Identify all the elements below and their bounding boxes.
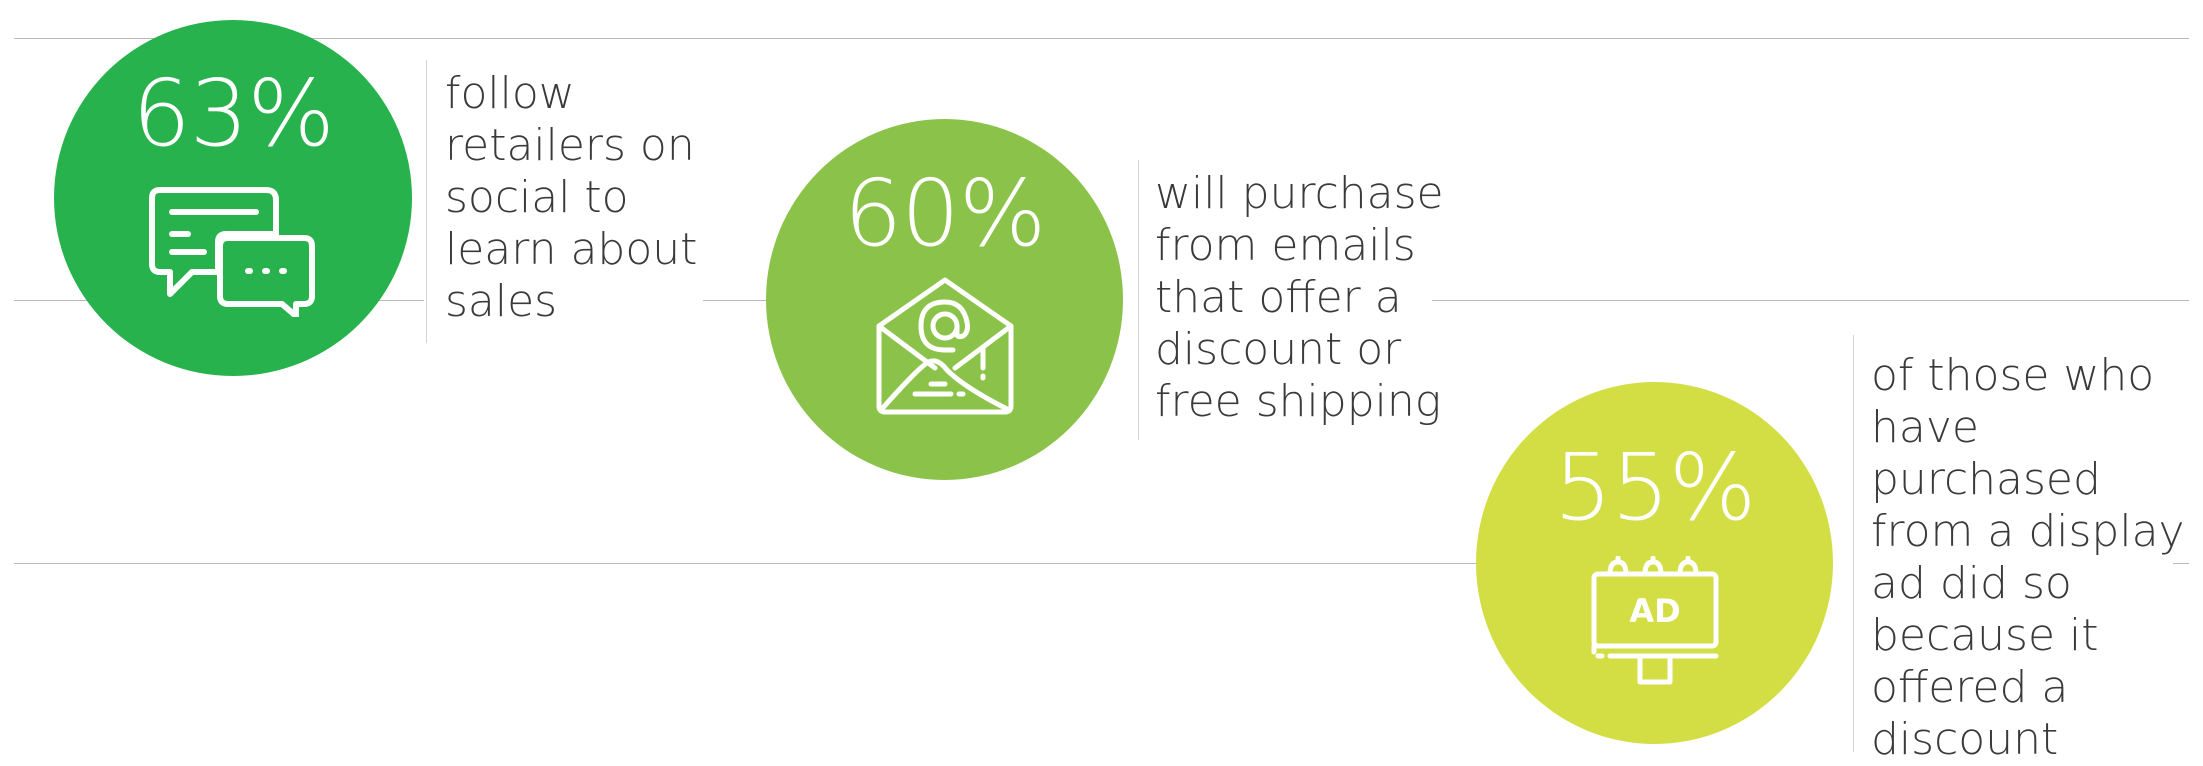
top-rule xyxy=(14,38,2189,39)
divider-stat-1 xyxy=(426,60,427,343)
stat-text-social: follow retailers on social to learn abou… xyxy=(445,68,698,327)
stat-text-email: will purchase from emails that offer a d… xyxy=(1155,168,1444,427)
stat-circle-social: 63% xyxy=(54,20,412,376)
envelope-at-icon xyxy=(876,277,1013,415)
divider-stat-3 xyxy=(1853,335,1854,752)
stat-percent-social: 63% xyxy=(132,60,334,167)
stat-circle-display-ad: 55% AD xyxy=(1476,382,1833,744)
chat-bubbles-icon xyxy=(149,187,315,317)
bottom-rule-left xyxy=(14,563,1484,564)
billboard-ad-label: AD xyxy=(1629,592,1680,630)
middle-rule-right xyxy=(1432,300,2189,301)
stat-text-display-ad: of those who have purchased from a displ… xyxy=(1871,350,2185,765)
stat-percent-display-ad: 55% xyxy=(1553,434,1756,541)
stat-circle-email: 60% xyxy=(766,119,1123,480)
divider-stat-2 xyxy=(1138,160,1139,440)
stat-percent-email: 60% xyxy=(843,160,1046,267)
billboard-ad-icon: AD xyxy=(1591,556,1718,685)
